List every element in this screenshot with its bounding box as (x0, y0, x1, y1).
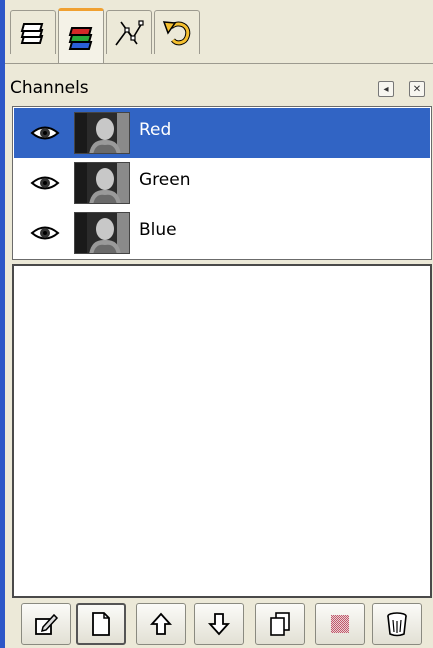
channel-thumbnail (74, 212, 130, 254)
close-panel-button[interactable]: ✕ (409, 81, 425, 97)
dock-tabs (5, 0, 433, 64)
tab-paths[interactable] (106, 10, 152, 54)
lower-channel-icon (207, 613, 231, 636)
duplicate-channel-button[interactable] (255, 603, 305, 645)
raise-channel-button[interactable] (136, 603, 186, 645)
lower-channel-button[interactable] (194, 603, 244, 645)
visibility-eye-icon[interactable] (30, 172, 60, 194)
channel-name: Red (139, 120, 172, 140)
dock-panel: Channels ◂ ✕ Red Green Blue (5, 0, 433, 648)
new-channel-icon (92, 612, 110, 636)
duplicate-channel-icon (270, 612, 290, 636)
channel-toolbar (5, 600, 433, 648)
channel-row-red[interactable]: Red (14, 108, 430, 158)
channel-name: Blue (139, 220, 177, 240)
channel-thumbnail (74, 112, 130, 154)
layers-icon (20, 22, 44, 44)
channel-row-blue[interactable]: Blue (14, 208, 430, 258)
undo-history-icon (162, 20, 191, 45)
panel-title: Channels (10, 78, 89, 98)
channel-thumbnail (74, 162, 130, 204)
edit-channel-attributes-button[interactable] (21, 603, 71, 645)
edit-channel-attributes-icon (35, 613, 59, 635)
panel-header: Channels ◂ ✕ (5, 70, 433, 106)
close-icon: ✕ (412, 83, 422, 95)
channels-icon (68, 26, 93, 50)
delete-channel-icon (387, 612, 407, 637)
paths-icon (115, 19, 144, 45)
raise-channel-icon (149, 612, 173, 635)
new-channel-button[interactable] (76, 603, 126, 645)
tab-undo-history[interactable] (154, 10, 200, 54)
channel-list: Red Green Blue (12, 106, 432, 260)
tabs-divider (5, 63, 433, 64)
visibility-eye-icon[interactable] (30, 222, 60, 244)
channel-name: Green (139, 170, 191, 190)
tab-channels[interactable] (58, 8, 104, 64)
visibility-eye-icon[interactable] (30, 122, 60, 144)
channel-to-selection-button[interactable] (315, 603, 365, 645)
configure-menu-button[interactable]: ◂ (378, 81, 394, 97)
tab-layers[interactable] (10, 10, 56, 54)
channel-row-green[interactable]: Green (14, 158, 430, 208)
channel-list-empty-area (12, 264, 432, 598)
channel-to-selection-icon (331, 615, 349, 633)
configure-menu-icon: ◂ (383, 83, 389, 95)
delete-channel-button[interactable] (372, 603, 422, 645)
